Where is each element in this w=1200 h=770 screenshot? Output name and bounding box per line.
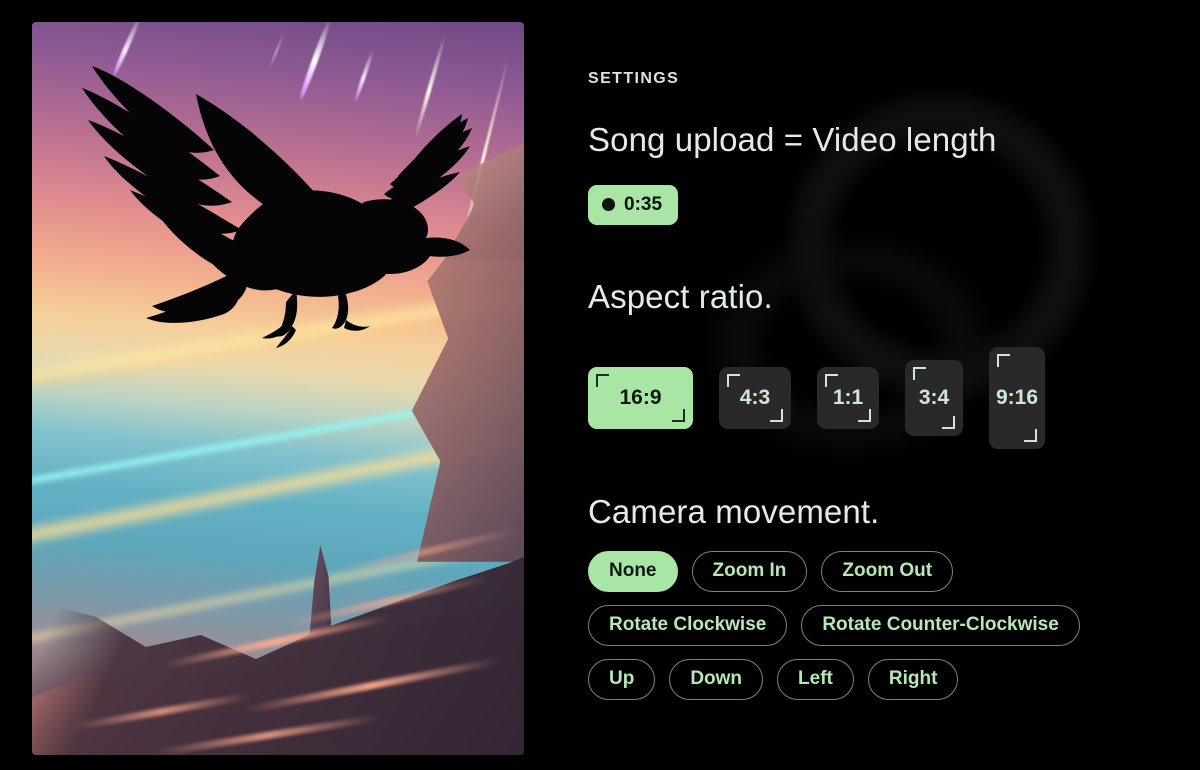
camera-movement-option-right[interactable]: Right <box>867 658 959 700</box>
camera-movement-option-left[interactable]: Left <box>777 658 854 700</box>
aspect-ratio-option-1-1[interactable]: 1:1 <box>817 366 879 429</box>
frame-corner-icon <box>913 366 926 380</box>
aspect-ratio-section: Aspect ratio. 16:9 4:3 1:1 3:4 9:16 <box>588 277 1200 458</box>
camera-movement-option-rotate-clockwise[interactable]: Rotate Clockwise <box>588 604 788 646</box>
frame-corner-icon <box>997 353 1010 367</box>
aspect-ratio-label: 1:1 <box>832 385 864 409</box>
frame-corner-icon <box>825 373 838 387</box>
app-root: SETTINGS Song upload = Video length 0:35… <box>0 0 1200 770</box>
video-duration-chip[interactable]: 0:35 <box>588 184 679 225</box>
camera-movement-option-rotate-counter-clockwise[interactable]: Rotate Counter-Clockwise <box>801 604 1080 646</box>
frame-corner-icon <box>942 415 955 429</box>
aspect-ratio-options: 16:9 4:3 1:1 3:4 9:16 <box>588 338 1200 458</box>
eagle-silhouette-icon <box>46 44 486 374</box>
aspect-ratio-label: 3:4 <box>918 385 950 409</box>
camera-movement-option-down[interactable]: Down <box>669 658 764 700</box>
camera-movement-section: Camera movement. None Zoom In Zoom Out R… <box>588 492 1200 700</box>
camera-movement-option-up[interactable]: Up <box>588 658 656 700</box>
aspect-ratio-option-3-4[interactable]: 3:4 <box>905 359 963 436</box>
video-preview[interactable] <box>32 22 524 755</box>
camera-movement-option-zoom-in[interactable]: Zoom In <box>691 550 808 592</box>
settings-panel: SETTINGS Song upload = Video length 0:35… <box>560 0 1200 770</box>
aspect-ratio-option-16-9[interactable]: 16:9 <box>588 366 693 429</box>
rock-spire-shape <box>309 545 332 637</box>
camera-movement-section-title: Camera movement. <box>588 492 880 530</box>
record-dot-icon <box>602 198 615 212</box>
settings-eyebrow-label: SETTINGS <box>588 70 680 87</box>
camera-movement-option-none[interactable]: None <box>588 550 678 592</box>
camera-movement-row: Rotate Clockwise Rotate Counter-Clockwis… <box>588 604 1200 646</box>
frame-corner-icon <box>858 408 871 422</box>
aspect-ratio-label: 16:9 <box>619 385 662 409</box>
duration-row: 0:35 <box>588 184 1200 225</box>
frame-corner-icon <box>1024 428 1037 442</box>
aspect-ratio-option-4-3[interactable]: 4:3 <box>719 366 791 429</box>
frame-corner-icon <box>672 408 685 422</box>
frame-corner-icon <box>727 373 740 387</box>
aspect-ratio-label: 4:3 <box>739 385 771 409</box>
duration-section-title: Song upload = Video length <box>588 121 997 158</box>
video-duration-value: 0:35 <box>624 193 663 215</box>
duration-section: Song upload = Video length 0:35 <box>588 121 1200 225</box>
frame-corner-icon <box>596 373 609 387</box>
aspect-ratio-section-title: Aspect ratio. <box>588 277 773 315</box>
camera-movement-row: Up Down Left Right <box>588 658 1200 700</box>
camera-movement-row: None Zoom In Zoom Out <box>588 550 1200 592</box>
aspect-ratio-label: 9:16 <box>995 385 1039 409</box>
aspect-ratio-option-9-16[interactable]: 9:16 <box>989 346 1045 449</box>
preview-artwork <box>32 22 524 755</box>
frame-corner-icon <box>770 408 783 422</box>
camera-movement-option-zoom-out[interactable]: Zoom Out <box>821 550 954 592</box>
camera-movement-options: None Zoom In Zoom Out Rotate Clockwise R… <box>588 550 1200 700</box>
